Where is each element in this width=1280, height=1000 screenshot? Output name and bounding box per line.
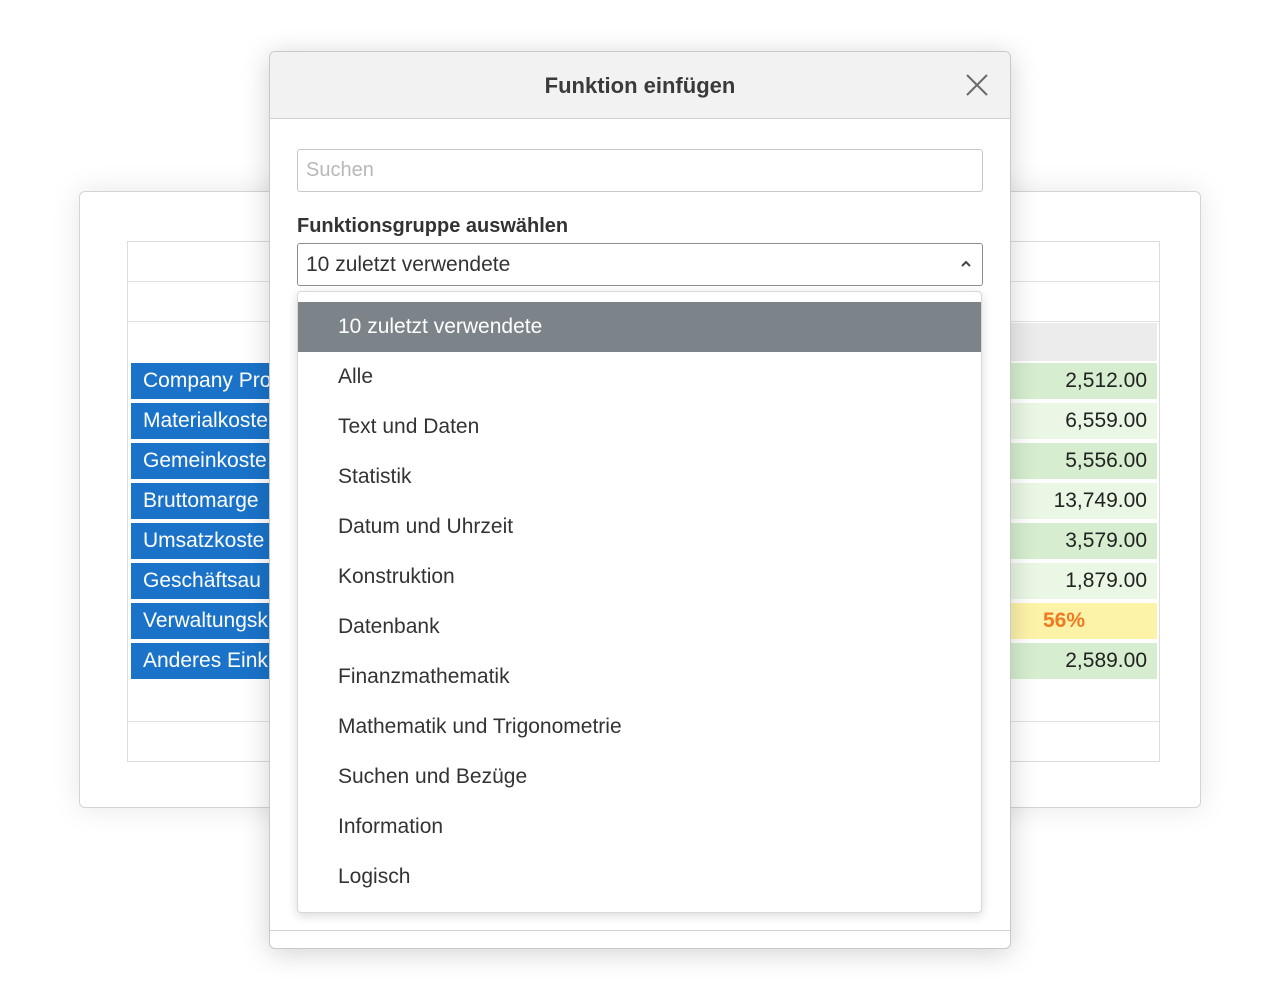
dropdown-option[interactable]: Konstruktion [298, 552, 981, 602]
function-group-selected-value: 10 zuletzt verwendete [306, 253, 511, 276]
value-cell[interactable]: 2,589.00 [1007, 643, 1157, 679]
dropdown-option[interactable]: Suchen und Bezüge [298, 752, 981, 802]
dropdown-option[interactable]: Logisch [298, 852, 981, 902]
value-cell[interactable]: 3,579.00 [1007, 523, 1157, 559]
dropdown-option[interactable]: Information [298, 802, 981, 852]
row-label-cell[interactable]: Bruttomarge [131, 483, 281, 519]
row-label-cell[interactable]: Materialkoste [131, 403, 281, 439]
function-group-dropdown: 10 zuletzt verwendete Alle Text und Date… [297, 291, 982, 913]
dialog-title: Funktion einfügen [544, 73, 736, 98]
function-group-select[interactable]: 10 zuletzt verwendete [297, 243, 983, 286]
row-label-cell[interactable]: Verwaltungsk [131, 603, 281, 639]
close-button[interactable] [964, 72, 990, 98]
row-label-cell[interactable]: Umsatzkoste [131, 523, 281, 559]
row-label-cell[interactable]: Company Pro [131, 363, 281, 399]
dropdown-option[interactable]: Text und Daten [298, 402, 981, 452]
dialog-footer-divider [270, 930, 1010, 931]
dropdown-option[interactable]: Finanzmathematik [298, 652, 981, 702]
dropdown-option[interactable]: Statistik [298, 452, 981, 502]
dropdown-option[interactable]: Mathematik und Trigonometrie [298, 702, 981, 752]
dropdown-option[interactable]: Datenbank [298, 602, 981, 652]
row-label-cell[interactable]: Gemeinkoste [131, 443, 281, 479]
value-cell-percent[interactable]: 56% [1007, 603, 1157, 639]
search-input[interactable] [297, 149, 983, 192]
dropdown-option[interactable]: Alle [298, 352, 981, 402]
value-cell[interactable]: 6,559.00 [1007, 403, 1157, 439]
dropdown-option-selected[interactable]: 10 zuletzt verwendete [298, 302, 981, 352]
value-cell[interactable]: 13,749.00 [1007, 483, 1157, 519]
row-label-cell[interactable]: Geschäftsau [131, 563, 281, 599]
value-cell[interactable]: 5,556.00 [1007, 443, 1157, 479]
chevron-up-icon [961, 260, 971, 267]
dropdown-option[interactable]: Datum und Uhrzeit [298, 502, 981, 552]
function-group-label: Funktionsgruppe auswählen [297, 215, 569, 237]
close-icon [966, 74, 988, 96]
value-cell[interactable]: 1,879.00 [1007, 563, 1157, 599]
value-cell[interactable]: 2,512.00 [1007, 363, 1157, 399]
column-header-cell [1007, 323, 1157, 361]
row-label-cell[interactable]: Anderes Eink [131, 643, 281, 679]
